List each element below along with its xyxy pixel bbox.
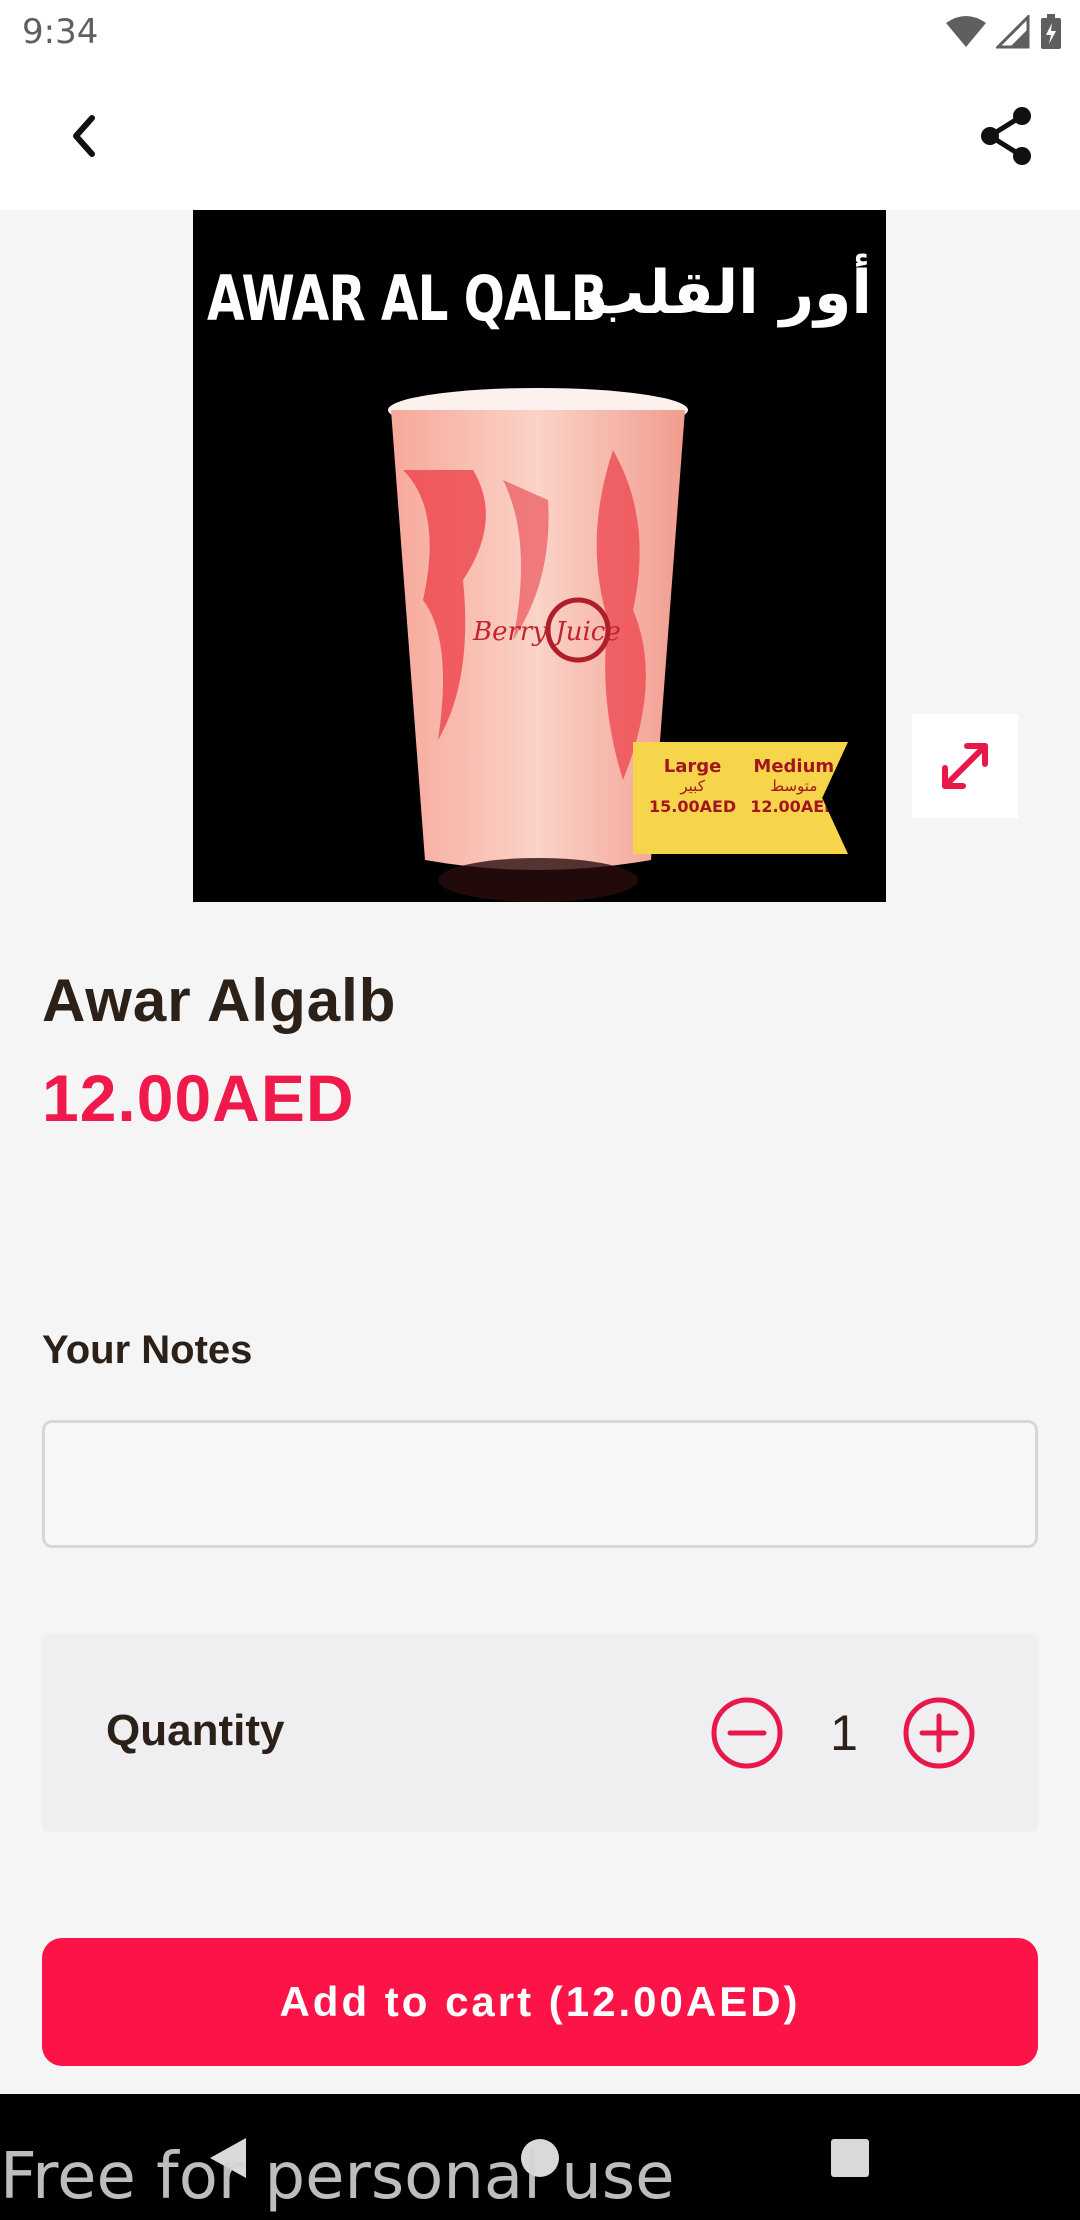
size-large-price: 15.00AED (649, 797, 737, 816)
status-time: 9:34 (22, 12, 99, 52)
add-to-cart-button[interactable]: Add to cart (12.00AED) (42, 1938, 1038, 2066)
app-bar (0, 64, 1080, 210)
watermark: Free for personal use (0, 2140, 675, 2214)
status-icons (946, 12, 1062, 52)
quantity-increase-button[interactable] (902, 1696, 976, 1770)
product-name: Awar Algalb (42, 967, 397, 1034)
quantity-decrease-button[interactable] (710, 1696, 784, 1770)
notes-label: Your Notes (42, 1328, 253, 1372)
size-large-label: Large (663, 756, 722, 777)
wifi-icon (946, 16, 986, 47)
nav-recents-button[interactable] (822, 2130, 878, 2186)
plus-circle-icon (903, 1697, 975, 1769)
quantity-label: Quantity (106, 1706, 285, 1755)
product-image[interactable]: AWAR AL QALB أور القلب Berry Juice Large… (193, 210, 886, 902)
size-medium: Medium متوسط 12.00AED (750, 756, 837, 854)
size-large-label-ar: كبير (680, 777, 705, 795)
chevron-left-icon (73, 115, 95, 157)
size-large: Large كبير 15.00AED (649, 756, 736, 854)
status-bar: 9:34 (0, 0, 1080, 64)
square-recents-icon (831, 2139, 869, 2177)
quantity-panel: Quantity 1 (42, 1634, 1038, 1832)
share-button[interactable] (958, 88, 1054, 184)
size-medium-label: Medium (753, 756, 835, 777)
quantity-value: 1 (830, 1705, 858, 1761)
image-title-arabic: أور القلب (584, 258, 872, 328)
product-price: 12.00AED (42, 1061, 355, 1135)
signal-icon (996, 15, 1030, 49)
back-button[interactable] (36, 88, 132, 184)
expand-image-button[interactable] (912, 714, 1018, 818)
share-icon (981, 107, 1031, 165)
notes-input[interactable] (42, 1420, 1038, 1548)
expand-arrows-icon (942, 743, 988, 789)
minus-circle-icon (711, 1697, 783, 1769)
battery-charging-icon (1041, 14, 1061, 49)
size-medium-label-ar: متوسط (770, 777, 818, 795)
size-medium-price: 12.00AED (750, 797, 838, 816)
image-title-english: AWAR AL QALB (207, 262, 608, 335)
size-price-tag: Large كبير 15.00AED Medium متوسط 12.00AE… (633, 742, 848, 854)
